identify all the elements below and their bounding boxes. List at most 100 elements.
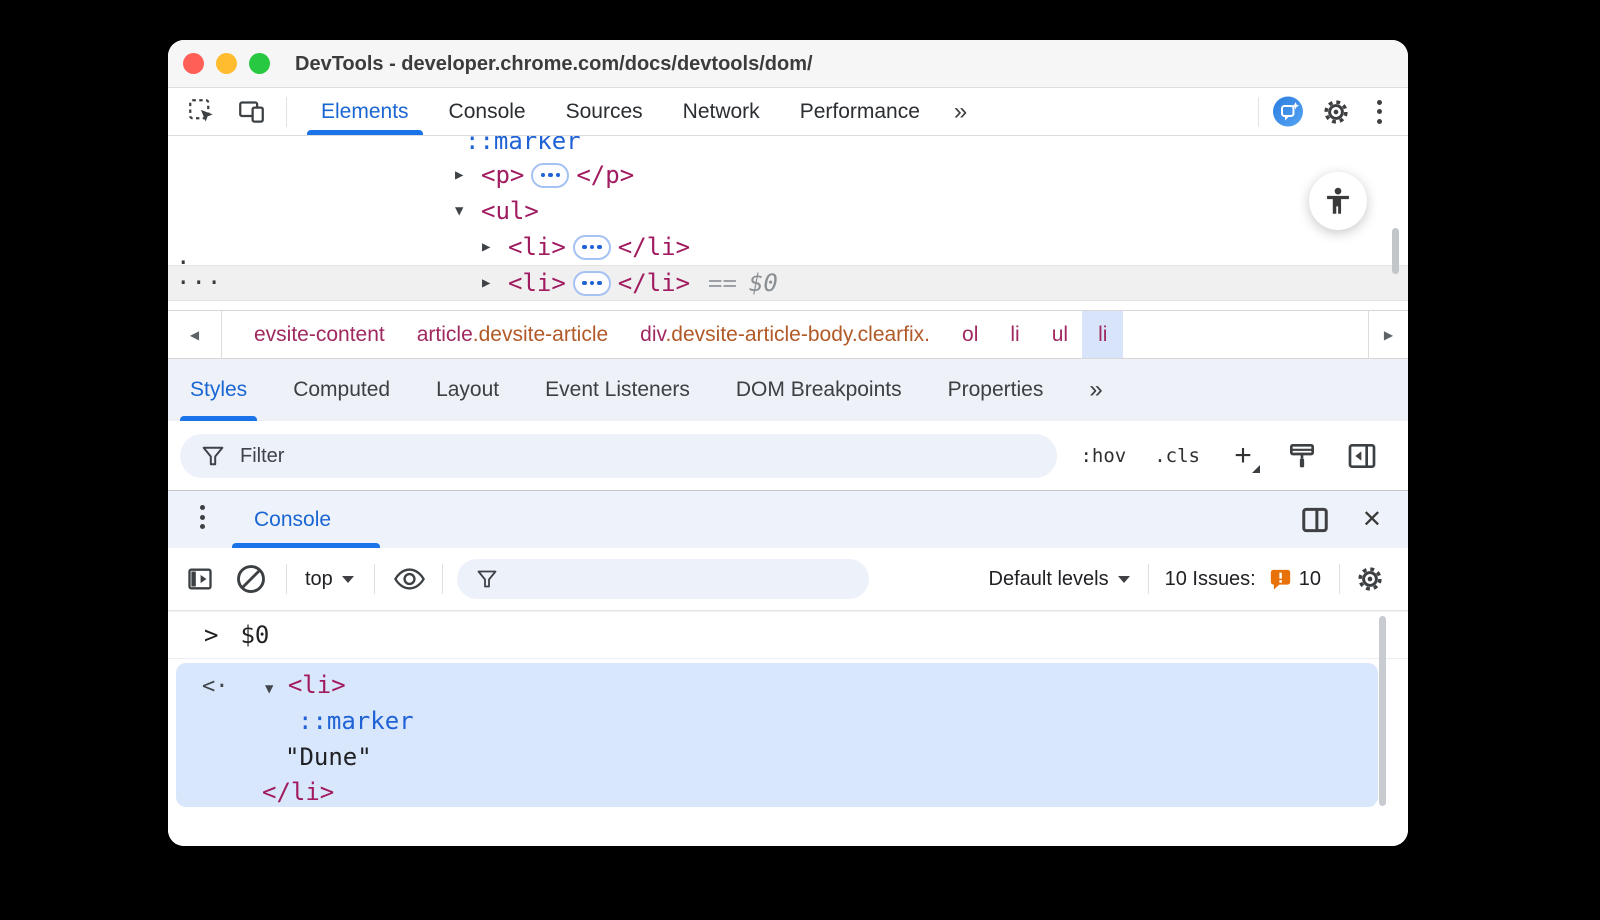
ai-assistant-icon[interactable]: [1273, 97, 1303, 127]
result-tag-close: </li>: [262, 778, 334, 806]
tab-event-listeners[interactable]: Event Listeners: [545, 359, 690, 421]
tab-network[interactable]: Network: [663, 88, 780, 135]
styles-pane-tabs: Styles Computed Layout Event Listeners D…: [168, 359, 1408, 421]
toolbar-divider: [374, 564, 375, 594]
more-options-kebab-icon[interactable]: [1377, 100, 1382, 124]
console-prompt-chevron: >: [204, 621, 218, 649]
toggle-sidebar-panel-icon[interactable]: [1346, 440, 1378, 472]
console-settings-gear-icon[interactable]: [1356, 565, 1384, 593]
expand-triangle-icon[interactable]: ▶: [455, 167, 481, 183]
breadcrumb-item[interactable]: article.devsite-article: [417, 323, 608, 347]
tab-styles[interactable]: Styles: [190, 359, 247, 421]
devtools-window: DevTools - developer.chrome.com/docs/dev…: [168, 40, 1408, 846]
breadcrumb-item[interactable]: div.devsite-article-body.clearfix.: [640, 323, 930, 347]
toolbar-divider: [442, 564, 443, 594]
breadcrumb-item[interactable]: li: [1010, 323, 1019, 347]
issues-counter-button[interactable]: 10 Issues: 10: [1165, 568, 1321, 591]
window-title: DevTools - developer.chrome.com/docs/dev…: [295, 40, 813, 88]
tag-open: <p>: [481, 161, 524, 189]
title-bar: DevTools - developer.chrome.com/docs/dev…: [168, 40, 1408, 88]
dom-breadcrumb: ◀ evsite-content article.devsite-article…: [168, 310, 1408, 359]
tree-node-marker-clipped[interactable]: ::marker: [465, 136, 581, 155]
tab-computed[interactable]: Computed: [293, 359, 390, 421]
tree-node-ul[interactable]: ▼ <ul>: [168, 193, 1408, 229]
breadcrumb-item[interactable]: evsite-content: [254, 323, 385, 347]
tab-properties[interactable]: Properties: [948, 359, 1044, 421]
console-filter-input[interactable]: [497, 572, 797, 587]
drawer-kebab-menu-icon[interactable]: [200, 505, 205, 529]
inline-expand-icon[interactable]: [573, 235, 611, 260]
rendering-brush-icon[interactable]: [1286, 440, 1318, 472]
tag-open: <ul>: [481, 197, 539, 225]
elements-scrollbar-thumb[interactable]: [1392, 228, 1399, 274]
console-toolbar: top Default levels 10 Issues:: [168, 548, 1408, 611]
dollar-zero-ref: $0: [749, 269, 778, 297]
tag-close: </li>: [618, 269, 690, 297]
close-drawer-icon[interactable]: ✕: [1362, 505, 1382, 534]
more-tabs-icon[interactable]: »: [1089, 376, 1100, 404]
tab-sources[interactable]: Sources: [546, 88, 663, 135]
clear-console-icon[interactable]: [236, 564, 266, 594]
result-text-node: "Dune": [285, 743, 372, 771]
log-levels-dropdown[interactable]: Default levels: [989, 568, 1130, 591]
toolbar-divider: [1339, 564, 1340, 594]
console-history-entry[interactable]: > $0: [168, 611, 1408, 659]
tab-elements[interactable]: Elements: [301, 88, 429, 135]
tag-open: <li>: [508, 233, 566, 261]
tab-dom-breakpoints[interactable]: DOM Breakpoints: [736, 359, 902, 421]
console-result-block[interactable]: <· ▼ <li> ::marker "Dune" </li>: [176, 663, 1378, 807]
inline-expand-icon[interactable]: [573, 271, 611, 296]
toolbar-divider: [286, 564, 287, 594]
styles-filter-input[interactable]: [240, 445, 839, 468]
expand-triangle-icon[interactable]: ▶: [482, 275, 508, 291]
breadcrumb-item[interactable]: ul: [1052, 323, 1068, 347]
show-console-sidebar-icon[interactable]: [186, 565, 214, 593]
console-drawer-header: Console ✕: [168, 491, 1408, 548]
tag-open: <li>: [508, 269, 566, 297]
console-scrollbar-thumb[interactable]: [1379, 616, 1386, 806]
toggle-hover-state-button[interactable]: :hov: [1080, 445, 1126, 467]
styles-filter-field[interactable]: [180, 434, 1057, 478]
collapse-triangle-icon[interactable]: ▼: [265, 681, 273, 697]
collapse-triangle-icon[interactable]: ▼: [455, 203, 481, 219]
elements-dom-tree: ::marker ▶ <p> </p> ▼ <ul> ▶ <li> </li> …: [168, 136, 1408, 310]
accessibility-person-icon: [1322, 185, 1354, 217]
tree-node-li-selected[interactable]: ▶ <li> </li> == $0: [168, 265, 1408, 301]
dropdown-corner-icon: [1252, 465, 1260, 473]
split-panel-icon[interactable]: [1300, 505, 1330, 535]
live-expression-eye-icon[interactable]: [393, 567, 426, 591]
tab-performance[interactable]: Performance: [780, 88, 940, 135]
minimize-window-button[interactable]: [216, 53, 237, 74]
breadcrumb-item[interactable]: ol: [962, 323, 978, 347]
tag-close: </li>: [618, 233, 690, 261]
inspect-element-icon[interactable]: [186, 97, 216, 127]
console-input-expression: $0: [240, 621, 269, 649]
return-value-icon: <·: [202, 674, 229, 699]
panel-tabs: Elements Console Sources Network Perform…: [301, 88, 979, 135]
console-filter-field[interactable]: [457, 559, 869, 599]
new-style-rule-button[interactable]: +: [1228, 441, 1258, 471]
tree-node-li[interactable]: ▶ <li> </li>: [168, 229, 1408, 265]
tab-layout[interactable]: Layout: [436, 359, 499, 421]
dropdown-caret-icon: [342, 576, 354, 583]
breadcrumb-scroll-left-icon[interactable]: ◀: [168, 311, 222, 358]
console-messages: > $0 <· ▼ <li> ::marker "Dune" </li>: [168, 611, 1408, 846]
breadcrumb-scroll-right-icon[interactable]: ▶: [1368, 311, 1408, 358]
context-selector-dropdown[interactable]: top: [305, 568, 354, 591]
inline-expand-icon[interactable]: [531, 163, 569, 188]
result-tag-open: <li>: [288, 671, 346, 699]
accessibility-widget-button[interactable]: [1309, 172, 1367, 230]
tree-node-p[interactable]: ▶ <p> </p>: [168, 157, 1408, 193]
settings-gear-icon[interactable]: [1321, 97, 1351, 127]
issues-warning-icon: [1268, 568, 1293, 591]
expand-triangle-icon[interactable]: ▶: [482, 239, 508, 255]
close-window-button[interactable]: [183, 53, 204, 74]
breadcrumb-item-selected[interactable]: li: [1082, 311, 1123, 358]
toggle-class-button[interactable]: .cls: [1154, 445, 1200, 467]
filter-funnel-icon: [202, 446, 224, 466]
drawer-tab-console[interactable]: Console: [254, 491, 331, 548]
tab-console[interactable]: Console: [429, 88, 546, 135]
zoom-window-button[interactable]: [249, 53, 270, 74]
more-tabs-icon[interactable]: »: [940, 98, 979, 126]
device-toolbar-icon[interactable]: [236, 97, 266, 127]
